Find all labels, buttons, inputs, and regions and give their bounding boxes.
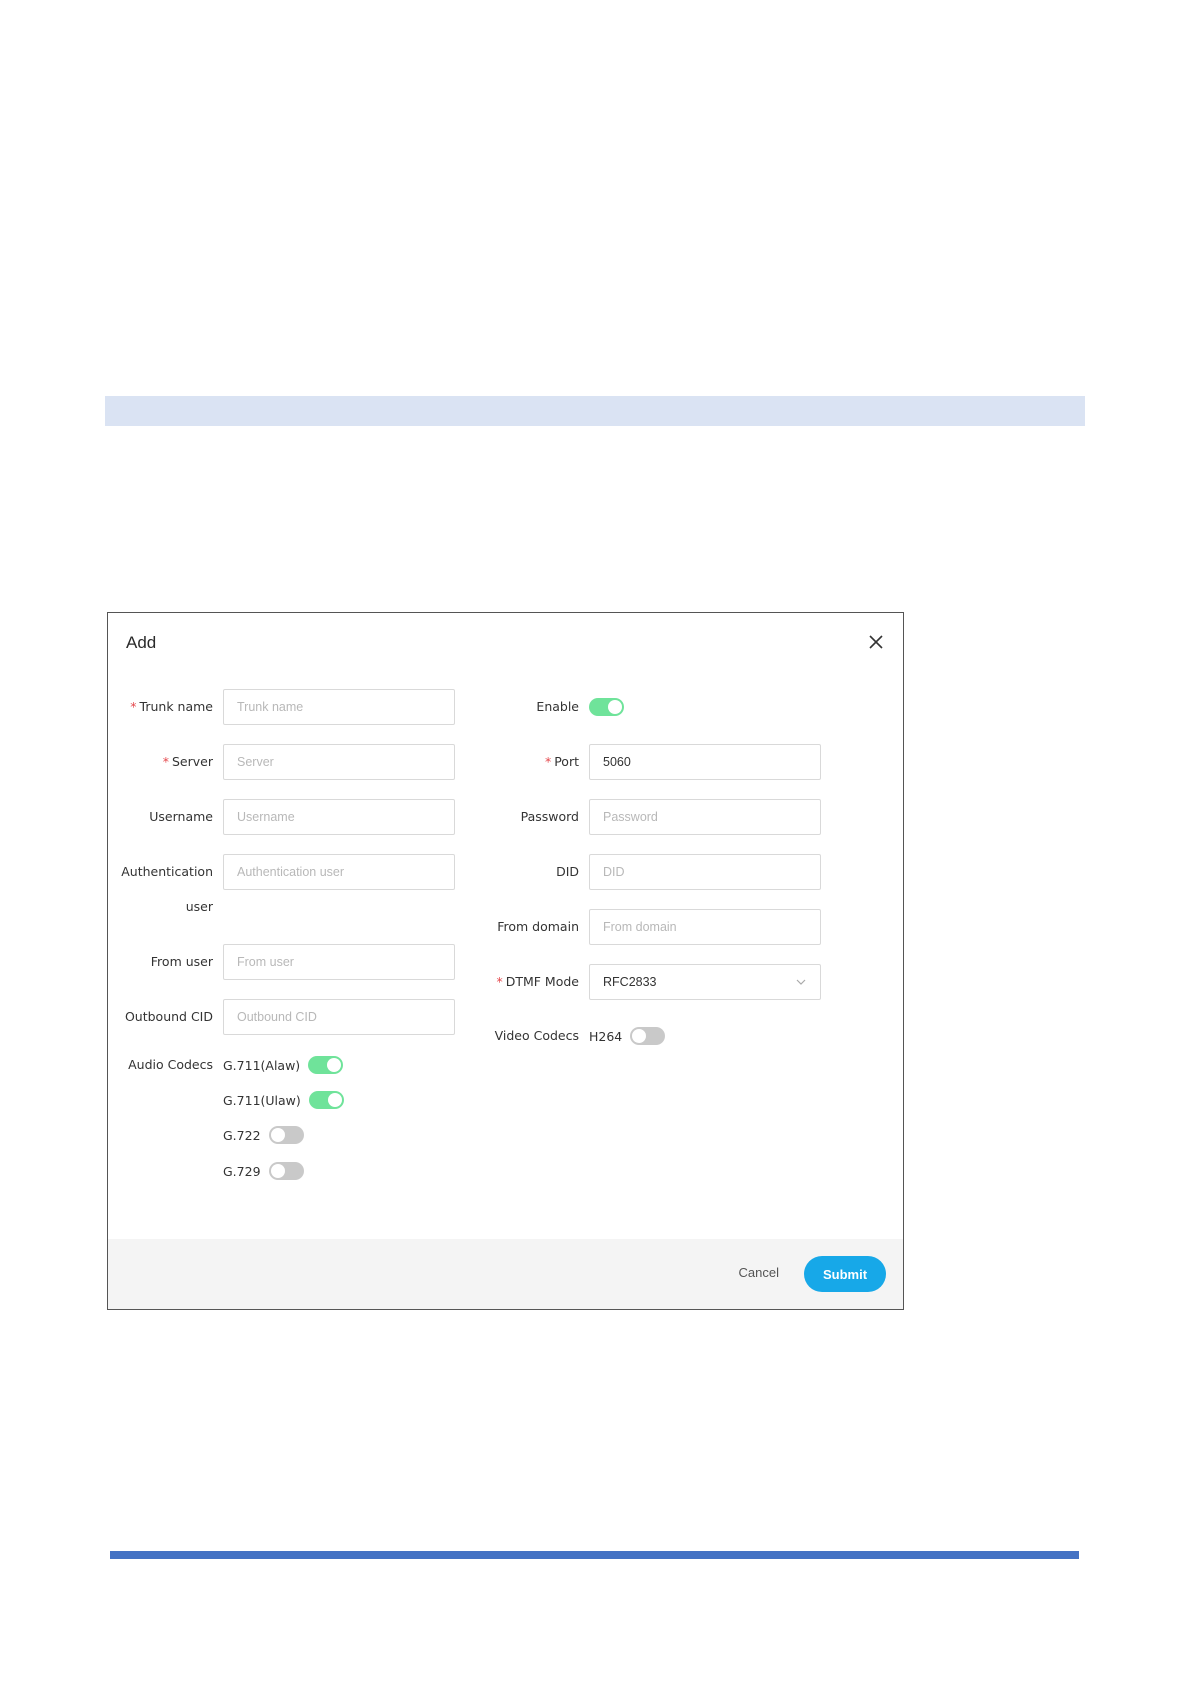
- toggle-knob: [270, 1128, 285, 1142]
- required-mark: *: [496, 974, 503, 989]
- port-input[interactable]: [589, 744, 821, 780]
- codec-name: G.729: [223, 1163, 261, 1179]
- codec-toggle-h264[interactable]: [630, 1027, 666, 1045]
- codec-name: G.711(Ulaw): [223, 1092, 301, 1108]
- audio-codec-row-ulaw: G.711(Ulaw): [108, 1088, 344, 1112]
- required-mark: *: [544, 754, 552, 769]
- did-label: DID: [556, 864, 579, 879]
- enable-row: Enable: [108, 689, 624, 725]
- codec-toggle-g729[interactable]: [268, 1162, 304, 1180]
- toggle-knob: [327, 1093, 342, 1107]
- dtmf-mode-label: * DTMF Mode: [496, 974, 579, 989]
- codec-toggle-g711-alaw[interactable]: [308, 1056, 344, 1074]
- shaded-band: [105, 396, 1085, 426]
- close-icon: [869, 635, 883, 649]
- dtmf-mode-row: * DTMF Mode RFC2833: [108, 964, 821, 1000]
- add-trunk-dialog: Add *Trunk name *Server Username Authent…: [107, 612, 904, 1310]
- password-label: Password: [520, 809, 579, 824]
- from-domain-row: From domain: [108, 909, 821, 945]
- audio-codecs-label: Audio Codecs: [128, 1057, 213, 1072]
- chevron-down-icon: [796, 979, 806, 985]
- codec-toggle-g711-ulaw[interactable]: [308, 1091, 344, 1109]
- toggle-knob: [632, 1029, 647, 1043]
- audio-codec-row-g722: G.722: [108, 1123, 304, 1147]
- dtmf-mode-value: RFC2833: [603, 975, 657, 989]
- video-codecs-label: Video Codecs: [494, 1028, 579, 1043]
- did-input[interactable]: [589, 854, 821, 890]
- from-domain-label: From domain: [497, 919, 579, 934]
- close-button[interactable]: [865, 631, 887, 653]
- did-row: DID: [108, 854, 821, 890]
- dialog-title: Add: [126, 633, 157, 652]
- codec-name: G.711(Alaw): [223, 1057, 301, 1073]
- dtmf-mode-select[interactable]: RFC2833: [589, 964, 821, 1000]
- dialog-footer: Cancel Submit: [108, 1239, 903, 1309]
- password-input[interactable]: [589, 799, 821, 835]
- toggle-knob: [270, 1164, 285, 1178]
- enable-label: Enable: [536, 699, 579, 714]
- toggle-knob: [327, 1058, 342, 1072]
- video-codec-row-h264: Video Codecs H264: [108, 1024, 666, 1048]
- codec-toggle-g722[interactable]: [268, 1126, 304, 1144]
- cancel-button[interactable]: Cancel: [739, 1265, 779, 1280]
- codec-name: G.722: [223, 1127, 261, 1143]
- audio-codec-row-g729: G.729: [108, 1159, 304, 1183]
- toggle-knob: [608, 700, 622, 714]
- port-row: * Port: [108, 744, 821, 780]
- page-footer-rule: [110, 1551, 1079, 1559]
- audio-codec-row-alaw: Audio Codecs G.711(Alaw): [108, 1053, 344, 1077]
- submit-button[interactable]: Submit: [804, 1256, 886, 1292]
- from-domain-input[interactable]: [589, 909, 821, 945]
- codec-name: H264: [589, 1028, 623, 1044]
- port-label: * Port: [544, 754, 579, 769]
- enable-toggle[interactable]: [589, 698, 624, 716]
- password-row: Password: [108, 799, 821, 835]
